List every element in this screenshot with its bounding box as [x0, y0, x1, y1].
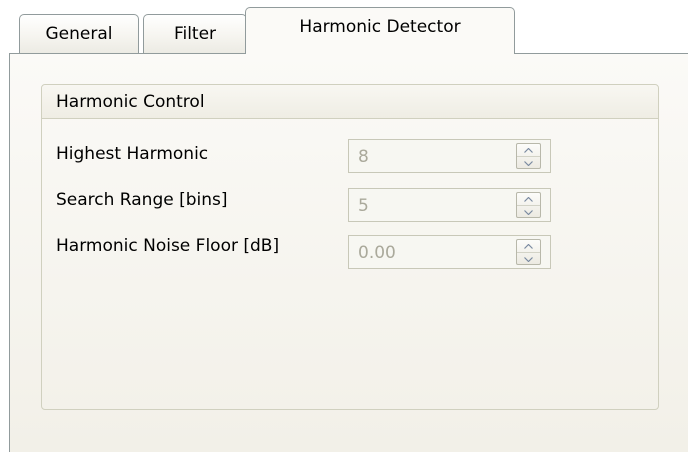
highest-harmonic-spinbox[interactable]: 8 — [348, 139, 551, 173]
search-range-value: 5 — [358, 196, 369, 216]
chevron-up-icon[interactable] — [517, 240, 540, 252]
tab-general[interactable]: General — [19, 14, 139, 53]
harmonic-noise-floor-label: Harmonic Noise Floor [dB] — [56, 236, 280, 256]
search-range-spinbox[interactable]: 5 — [348, 188, 551, 222]
chevron-down-icon[interactable] — [517, 252, 540, 265]
highest-harmonic-spin-buttons[interactable] — [516, 143, 541, 169]
harmonic-noise-floor-spin-buttons[interactable] — [516, 239, 541, 265]
harmonic-control-group: Harmonic Control Highest Harmonic 8 Sear… — [41, 84, 659, 410]
group-header: Harmonic Control — [42, 85, 658, 119]
chevron-up-icon[interactable] — [517, 193, 540, 205]
chevron-down-icon[interactable] — [517, 205, 540, 218]
group-title: Harmonic Control — [56, 91, 205, 112]
tab-general-label: General — [45, 24, 113, 44]
tab-filter[interactable]: Filter — [143, 14, 247, 53]
tab-harmonic-detector[interactable]: Harmonic Detector — [245, 7, 515, 54]
highest-harmonic-label: Highest Harmonic — [56, 144, 209, 164]
search-range-label: Search Range [bins] — [56, 190, 228, 210]
highest-harmonic-value: 8 — [358, 147, 369, 167]
harmonic-noise-floor-value: 0.00 — [358, 243, 396, 263]
chevron-up-icon[interactable] — [517, 144, 540, 156]
search-range-spin-buttons[interactable] — [516, 192, 541, 218]
tab-harmonic-detector-label: Harmonic Detector — [299, 17, 461, 37]
harmonic-noise-floor-spinbox[interactable]: 0.00 — [348, 235, 551, 269]
tab-filter-label: Filter — [173, 24, 217, 44]
chevron-down-icon[interactable] — [517, 156, 540, 169]
